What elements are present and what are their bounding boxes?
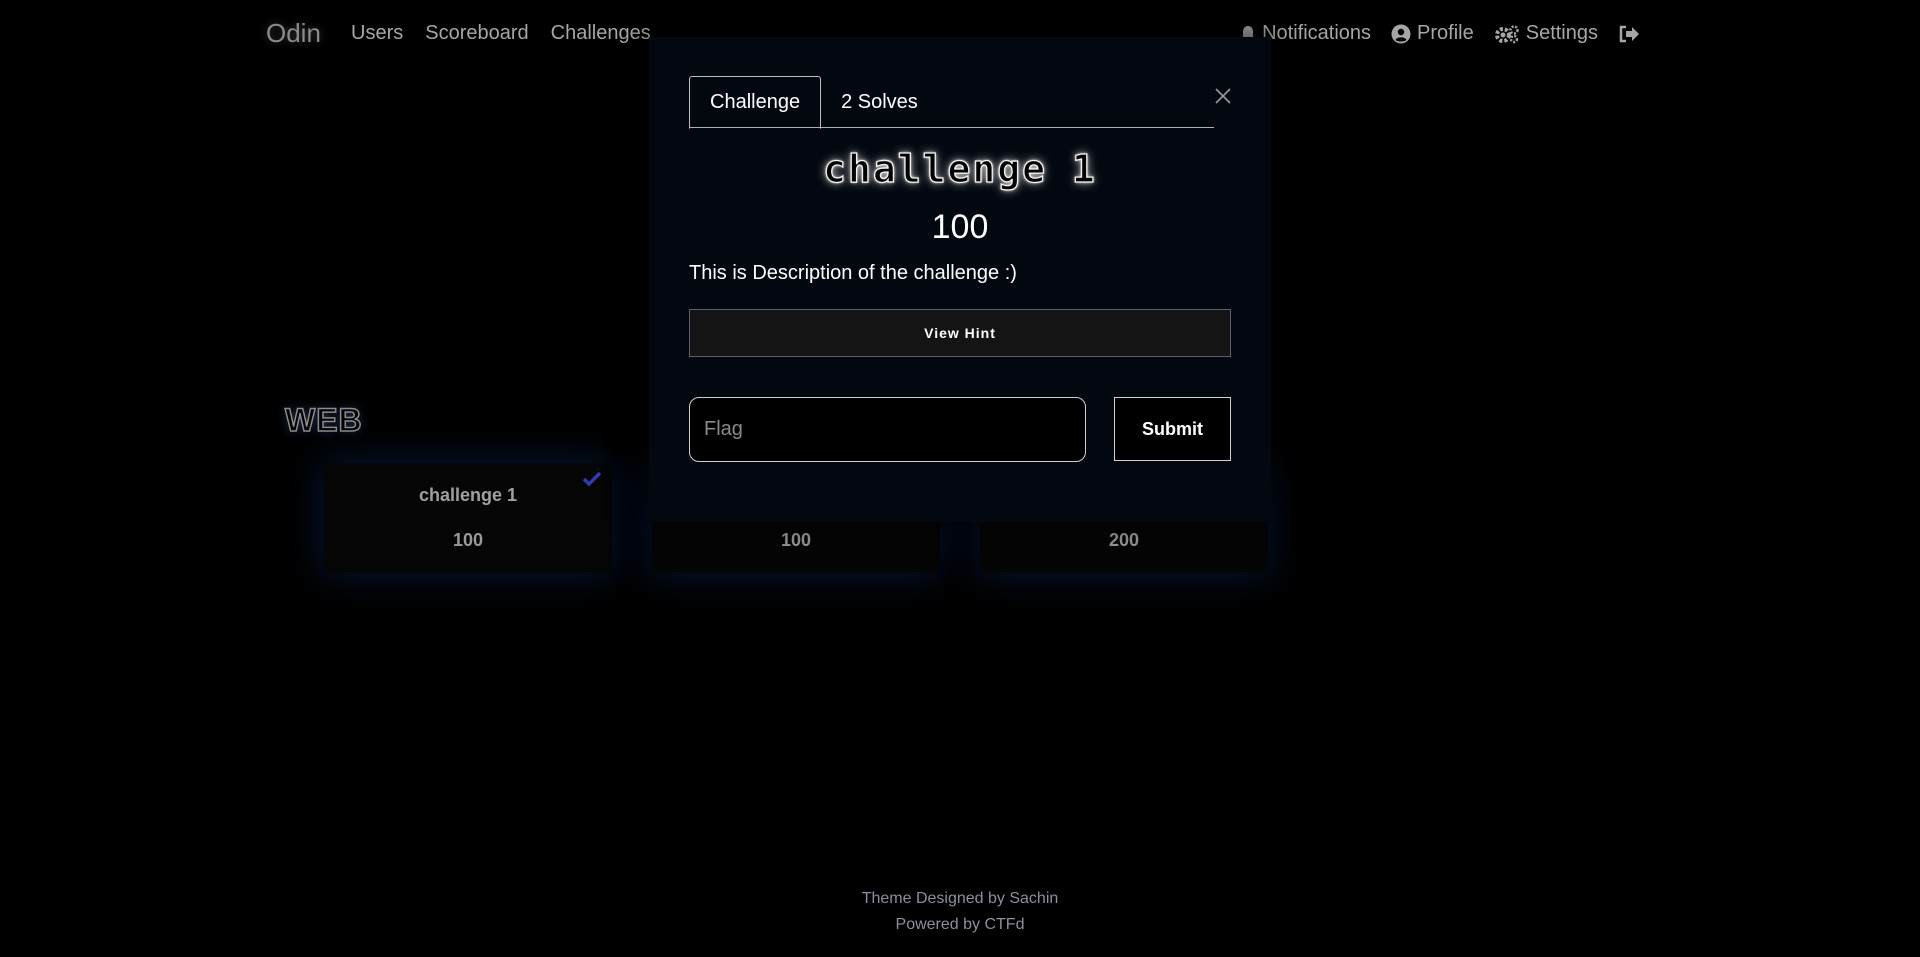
modal-tabs: Challenge 2 Solves [689,76,1214,129]
challenge-card[interactable]: challenge 1 100 [324,463,612,573]
card-title: challenge 1 [418,485,518,505]
challenge-value: 100 [931,208,989,246]
nav-notifications-label: Notifications [1262,22,1372,44]
nav-links: Users Scoreboard Challenges [351,22,651,45]
nav-scoreboard[interactable]: Scoreboard [425,22,528,45]
nav-logout[interactable] [1618,25,1640,43]
brand-logo[interactable]: Odin [266,18,321,49]
tab-solves[interactable]: 2 Solves [821,76,938,128]
close-icon[interactable] [1212,85,1234,107]
tab-challenge[interactable]: Challenge [689,76,822,129]
nav-profile[interactable]: Profile [1391,22,1474,45]
check-icon [582,471,602,492]
submit-button[interactable]: Submit [1114,397,1231,461]
nav-right: Notifications Profile Settings [1240,22,1640,45]
card-value: 200 [1108,530,1140,550]
card-value: 100 [780,530,812,550]
gears-icon [1494,24,1519,43]
nav-settings-label: Settings [1525,22,1598,44]
challenge-modal: Challenge 2 Solves challenge 1 100 This … [649,37,1271,522]
logout-icon [1619,25,1639,42]
card-value: 100 [452,530,484,550]
nav-profile-label: Profile [1417,22,1474,44]
footer-powered-by[interactable]: Powered by CTFd [0,912,1920,938]
nav-users[interactable]: Users [351,22,403,45]
challenge-description: This is Description of the challenge :) [689,262,1017,284]
nav-settings[interactable]: Settings [1494,22,1598,45]
category-title: WEB [284,401,363,439]
view-hint-button[interactable]: View Hint [689,309,1231,357]
flag-input[interactable] [689,397,1086,462]
nav-challenges[interactable]: Challenges [551,22,651,45]
footer: Theme Designed by Sachin Powered by CTFd [0,886,1920,938]
footer-theme-credit[interactable]: Theme Designed by Sachin [0,886,1920,912]
challenge-name: challenge 1 [823,146,1097,191]
user-circle-icon [1391,24,1411,43]
